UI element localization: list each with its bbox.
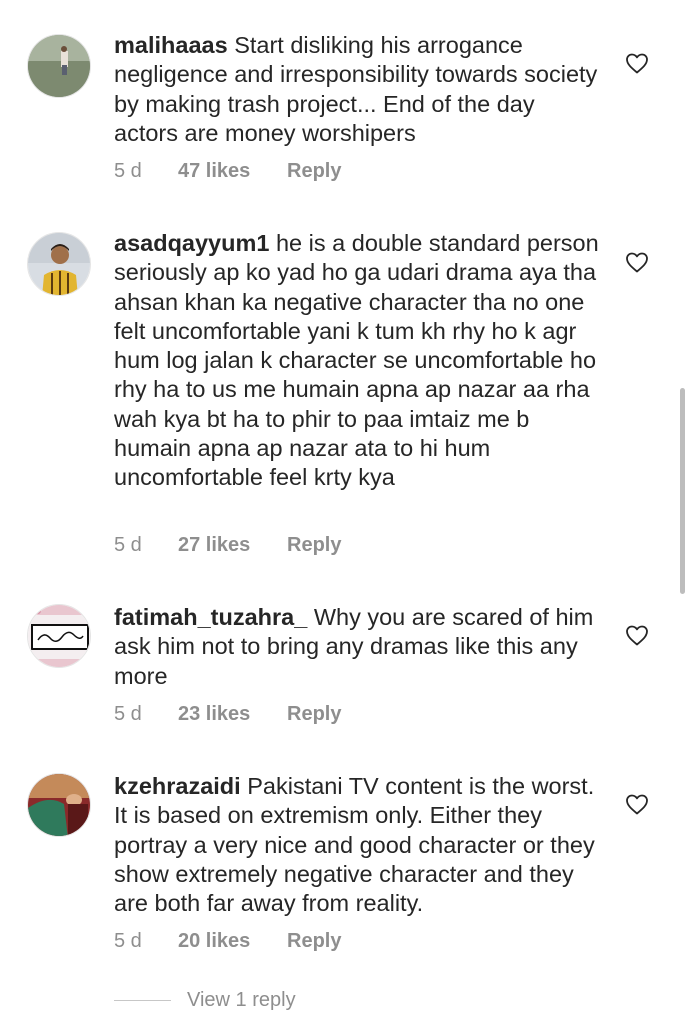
view-replies-link[interactable]: View 1 reply	[114, 986, 296, 1014]
comment-likes[interactable]: 27 likes	[178, 531, 287, 559]
comment-likes[interactable]: 20 likes	[178, 927, 287, 955]
avatar[interactable]	[27, 34, 91, 98]
avatar[interactable]	[27, 773, 91, 837]
heart-icon[interactable]	[625, 52, 649, 74]
heart-icon[interactable]	[625, 793, 649, 815]
reply-button[interactable]: Reply	[287, 531, 341, 559]
comment-body: fatimah_tuzahra_ Why you are scared of h…	[114, 603, 604, 691]
comment-body: kzehrazaidi Pakistani TV content is the …	[114, 772, 604, 918]
comment-time: 5 d	[114, 160, 142, 182]
avatar[interactable]	[27, 604, 91, 668]
comment-time: 5 d	[114, 703, 142, 725]
scrollbar[interactable]	[680, 388, 685, 594]
view-replies-label: View 1 reply	[187, 989, 296, 1011]
replies-divider	[114, 1000, 171, 1002]
avatar[interactable]	[27, 232, 91, 296]
comment-username[interactable]: malihaaas	[114, 32, 228, 58]
heart-icon[interactable]	[625, 624, 649, 646]
comment-time: 5 d	[114, 534, 142, 556]
comment-time: 5 d	[114, 930, 142, 952]
comment-meta: 5 d 47 likes Reply	[114, 157, 341, 185]
heart-icon[interactable]	[625, 251, 649, 273]
comment-text: he is a double standard person seriously…	[114, 230, 599, 491]
comment-meta: 5 d 27 likes Reply	[114, 531, 341, 559]
reply-button[interactable]: Reply	[287, 927, 341, 955]
reply-button[interactable]: Reply	[287, 157, 341, 185]
comment-likes[interactable]: 23 likes	[178, 700, 287, 728]
comment-username[interactable]: fatimah_tuzahra_	[114, 604, 307, 630]
comment-likes[interactable]: 47 likes	[178, 157, 287, 185]
comment-meta: 5 d 20 likes Reply	[114, 927, 341, 955]
comment-meta: 5 d 23 likes Reply	[114, 700, 341, 728]
comment-username[interactable]: kzehrazaidi	[114, 773, 241, 799]
comment-username[interactable]: asadqayyum1	[114, 230, 269, 256]
reply-button[interactable]: Reply	[287, 700, 341, 728]
comment-body: asadqayyum1 he is a double standard pers…	[114, 229, 604, 493]
comment-body: malihaaas Start disliking his arrogance …	[114, 31, 604, 148]
